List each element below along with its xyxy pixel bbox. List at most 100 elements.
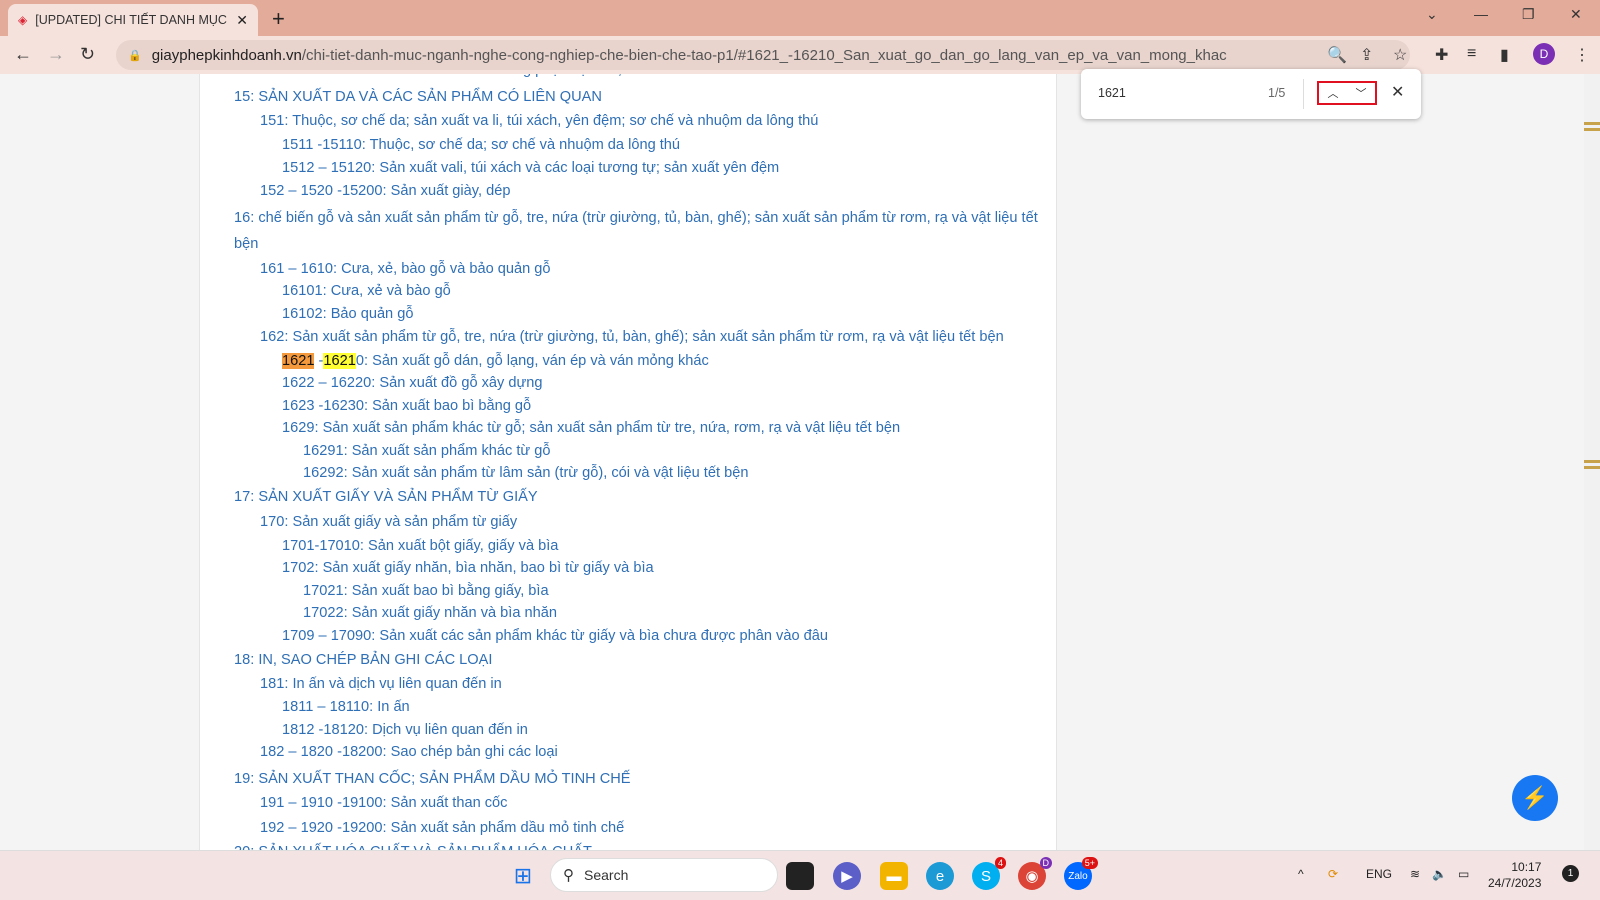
- notification-count[interactable]: 1: [1562, 865, 1579, 882]
- address-bar[interactable]: 🔒 giayphepkinhdoanh.vn/chi-tiet-danh-muc…: [116, 40, 1410, 70]
- clock-time: 10:17: [1511, 860, 1542, 874]
- tab-strip: ◈ [UPDATED] CHI TIẾT DANH MỤC ✕ + ⌄ — ❐ …: [0, 0, 1600, 36]
- windows-start-icon[interactable]: ⊞: [509, 862, 537, 890]
- content-line: 170: Sản xuất giấy và sản phẩm từ giấy: [260, 514, 517, 530]
- new-tab-button[interactable]: +: [272, 6, 285, 32]
- taskbar-search[interactable]: ⚲ Search: [550, 858, 778, 892]
- line-text: 16: chế biến gỗ và sản xuất sản phẩm từ …: [234, 210, 1038, 226]
- line-text: 1811 – 18110: In ấn: [282, 699, 410, 715]
- lock-icon: 🔒: [128, 49, 142, 62]
- task-view-icon[interactable]: [786, 862, 814, 890]
- next-match-chevron-down-icon[interactable]: ﹀: [1356, 85, 1367, 101]
- content-line: 16101: Cưa, xẻ và bào gỗ: [282, 283, 451, 299]
- minimize-button[interactable]: —: [1474, 6, 1488, 22]
- content-line: 191 – 1910 -19100: Sản xuất than cốc: [260, 795, 507, 811]
- content-line: 17022: Sản xuất giấy nhăn và bìa nhăn: [303, 605, 557, 621]
- content-line: 161 – 1610: Cưa, xẻ, bào gỗ và bảo quản …: [260, 261, 551, 277]
- zalo-icon[interactable]: Zalo 5+: [1064, 857, 1098, 890]
- edge-icon[interactable]: e: [926, 862, 954, 890]
- content-line: 1623 -16230: Sản xuất bao bì bằng gỗ: [282, 398, 531, 414]
- content-line: 1702: Sản xuất giấy nhăn, bìa nhăn, bao …: [282, 560, 654, 576]
- active-find-match: 1621: [282, 353, 315, 369]
- tab-title: [UPDATED] CHI TIẾT DANH MỤC: [35, 13, 227, 27]
- content-line: 15: SẢN XUẤT DA VÀ CÁC SẢN PHẨM CÓ LIÊN …: [234, 89, 602, 105]
- find-input[interactable]: 1621: [1098, 86, 1126, 100]
- url-domain: giayphepkinhdoanh.vn: [151, 46, 302, 64]
- close-window-button[interactable]: ✕: [1570, 6, 1582, 23]
- content-line: 1430 – 14300 – 14300: Sản xuất trang phụ…: [282, 74, 682, 78]
- battery-icon[interactable]: ▭: [1458, 867, 1469, 881]
- line-text: 15: SẢN XUẤT DA VÀ CÁC SẢN PHẨM CÓ LIÊN …: [234, 89, 602, 105]
- find-close-icon[interactable]: ✕: [1391, 82, 1404, 102]
- line-text: 17: SẢN XUẤT GIẤY VÀ SẢN PHẨM TỪ GIẤY: [234, 489, 538, 505]
- system-clock[interactable]: 10:17 24/7/2023: [1488, 859, 1541, 891]
- volume-icon[interactable]: 🔈: [1432, 867, 1447, 881]
- reload-button[interactable]: ↻: [80, 44, 95, 65]
- content-line: 151: Thuộc, sơ chế da; sản xuất va li, t…: [260, 113, 818, 129]
- menu-kebab-icon[interactable]: ⋮: [1574, 45, 1590, 65]
- chrome-icon[interactable]: ◉ D: [1018, 857, 1052, 890]
- skype-icon[interactable]: S4: [972, 857, 1006, 890]
- scrollbar-match-marker: [1584, 460, 1600, 463]
- content-line: 1511 -15110: Thuộc, sơ chế da; sơ chế và…: [282, 137, 680, 153]
- line-text: 0: Sản xuất gỗ dán, gỗ lạng, ván ép và v…: [355, 353, 709, 369]
- restore-button[interactable]: ❐: [1522, 6, 1535, 23]
- content-line: 18: IN, SAO CHÉP BẢN GHI CÁC LOẠI: [234, 652, 492, 668]
- content-line: 1512 – 15120: Sản xuất vali, túi xách và…: [282, 160, 779, 176]
- messenger-chat-button[interactable]: ⚡: [1512, 775, 1558, 821]
- find-nav-buttons: ︿ ﹀: [1317, 81, 1377, 105]
- forward-button[interactable]: →: [47, 44, 65, 65]
- chrome-profile-badge: D: [1039, 857, 1052, 869]
- scrollbar-match-marker: [1584, 466, 1600, 469]
- tab-close-icon[interactable]: ✕: [236, 12, 248, 29]
- wifi-icon[interactable]: ≋: [1410, 867, 1420, 881]
- line-text: 1511 -15110: Thuộc, sơ chế da; sơ chế và…: [282, 137, 681, 153]
- share-icon[interactable]: ⇪: [1360, 45, 1373, 65]
- side-panel-icon[interactable]: ▮: [1500, 45, 1509, 65]
- search-icon: ⚲: [563, 867, 574, 884]
- find-bar: 1621 1/5 ︿ ﹀ ✕: [1081, 69, 1421, 119]
- search-label: Search: [584, 867, 629, 883]
- teams-icon[interactable]: ▶: [833, 862, 861, 890]
- site-favicon-icon: ◈: [18, 13, 28, 27]
- tab-active[interactable]: ◈ [UPDATED] CHI TIẾT DANH MỤC ✕: [8, 4, 258, 36]
- line-text: 1512 – 15120: Sản xuất vali, túi xách và…: [282, 160, 780, 176]
- line-text: 181: In ấn và dịch vụ liên quan đến in: [260, 676, 502, 692]
- line-text: 16292: Sản xuất sản phẩm từ lâm sản (trừ…: [303, 465, 749, 481]
- line-text: 1709 – 17090: Sản xuất các sản phẩm khác…: [282, 628, 828, 644]
- scrollbar-match-marker: [1584, 128, 1600, 131]
- extensions-icon[interactable]: ✚: [1435, 45, 1448, 65]
- show-hidden-icons-chevron-up-icon[interactable]: ^: [1298, 867, 1304, 881]
- find-in-page-icon[interactable]: 🔍: [1327, 45, 1347, 65]
- line-text: bện: [234, 236, 259, 252]
- line-text: 182 – 1820 -18200: Sao chép bản ghi các …: [260, 744, 558, 760]
- content-line: 1811 – 18110: In ấn: [282, 699, 410, 715]
- content-line: 17021: Sản xuất bao bì bằng giấy, bìa: [303, 583, 549, 599]
- previous-match-chevron-up-icon[interactable]: ︿: [1328, 85, 1339, 101]
- line-text: 16291: Sản xuất sản phẩm khác từ gỗ: [303, 443, 551, 459]
- find-match-count: 1/5: [1268, 86, 1286, 100]
- media-control-icon[interactable]: ≡: [1467, 45, 1476, 63]
- content-line: 182 – 1820 -18200: Sao chép bản ghi các …: [260, 744, 558, 760]
- skype-badge: 4: [994, 857, 1006, 869]
- line-text: 1702: Sản xuất giấy nhăn, bìa nhăn, bao …: [282, 560, 654, 576]
- sync-icon[interactable]: ⟳: [1328, 867, 1338, 881]
- line-text: 1701-17010: Sản xuất bột giấy, giấy và b…: [282, 538, 559, 554]
- file-explorer-icon[interactable]: ▬: [880, 862, 908, 890]
- back-button[interactable]: ←: [14, 44, 32, 65]
- content-line: 16102: Bảo quản gỗ: [282, 306, 413, 322]
- windows-taskbar: ⊞ ⚲ Search ▶ ▬ e S4 ◉ D Zalo 5+ ^ ⟳ ENG ≋ …: [0, 850, 1600, 900]
- line-text: 19: SẢN XUẤT THAN CỐC; SẢN PHẨM DẦU MỎ T…: [234, 771, 631, 787]
- line-text: 161 – 1610: Cưa, xẻ, bào gỗ và bảo quản …: [260, 261, 551, 277]
- content-line: bện: [234, 236, 258, 252]
- line-text: 17021: Sản xuất bao bì bằng giấy, bìa: [303, 583, 549, 599]
- language-indicator[interactable]: ENG: [1366, 867, 1392, 881]
- bookmark-star-icon[interactable]: ☆: [1393, 45, 1407, 65]
- tab-search-icon[interactable]: ⌄: [1426, 6, 1438, 23]
- content-line: 17: SẢN XUẤT GIẤY VÀ SẢN PHẨM TỪ GIẤY: [234, 489, 538, 505]
- line-text: 17022: Sản xuất giấy nhăn và bìa nhăn: [303, 605, 557, 621]
- line-text: 1622 – 16220: Sản xuất đồ gỗ xây dựng: [282, 375, 543, 391]
- line-text: 151: Thuộc, sơ chế da; sản xuất va li, t…: [260, 113, 819, 129]
- profile-avatar[interactable]: D: [1533, 43, 1555, 65]
- line-text: 1623 -16230: Sản xuất bao bì bằng gỗ: [282, 398, 532, 414]
